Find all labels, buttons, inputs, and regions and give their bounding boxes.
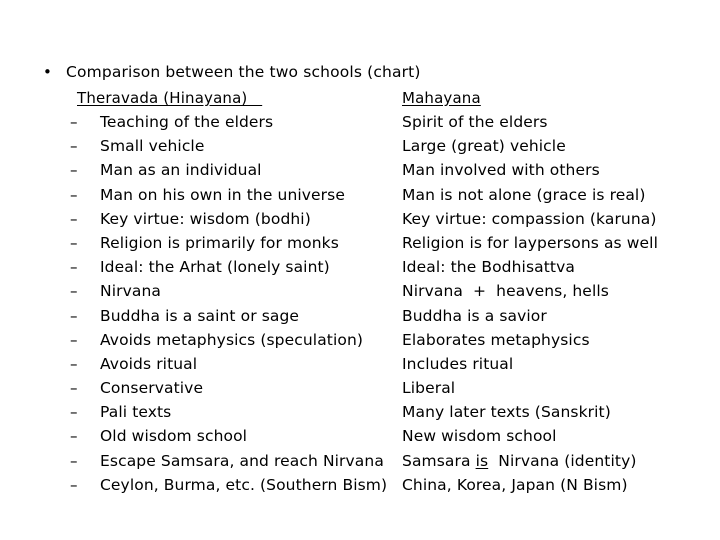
theravada-cell: Conservative	[100, 379, 204, 398]
table-row: – Conservative Liberal	[0, 378, 720, 402]
table-row: – Escape Samsara, and reach Nirvana Samsar…	[0, 451, 720, 475]
table-row: – Ceylon, Burma, etc. (Southern Bism) Chin…	[0, 475, 720, 499]
theravada-cell: Nirvana	[100, 282, 161, 301]
cell-text: Samsara	[402, 451, 476, 470]
dash-bullet-icon: –	[70, 185, 78, 204]
theravada-cell: Ideal: the Arhat (lonely saint)	[100, 258, 330, 277]
dash-bullet-icon: –	[70, 354, 78, 373]
table-row: – Key virtue: wisdom (bodhi) Key virtue: c…	[0, 209, 720, 233]
theravada-cell: Old wisdom school	[100, 427, 248, 446]
dash-bullet-icon: –	[70, 306, 78, 325]
cell-text: Nirvana (identity)	[488, 451, 637, 470]
mahayana-cell: Spirit of the elders	[402, 113, 548, 131]
dash-bullet-icon: –	[70, 379, 78, 398]
table-row: – Avoids metaphysics (speculation) Elabora…	[0, 330, 720, 354]
dash-bullet-icon: –	[70, 282, 78, 301]
table-row: – Old wisdom school New wisdom school	[0, 426, 720, 450]
mahayana-cell: Samsara is Nirvana (identity)	[402, 451, 636, 471]
page-title: Comparison between the two schools (char…	[66, 63, 421, 81]
dash-bullet-icon: –	[70, 137, 78, 156]
theravada-cell: Teaching of the elders	[100, 113, 274, 131]
mahayana-cell: Man is not alone (grace is real)	[402, 185, 646, 204]
theravada-cell: Buddha is a saint or sage	[100, 306, 300, 325]
dash-bullet-icon: –	[70, 475, 78, 494]
theravada-cell: Small vehicle	[100, 137, 205, 156]
theravada-cell: Escape Samsara, and reach Nirvana	[100, 451, 384, 470]
mahayana-cell: Nirvana + heavens, hells	[402, 282, 609, 301]
table-row: – Pali texts Many later texts (Sanskrit)	[0, 402, 720, 426]
dash-bullet-icon: –	[70, 427, 78, 446]
dash-bullet-icon: –	[70, 209, 78, 228]
mahayana-cell: Elaborates metaphysics	[402, 330, 590, 349]
dash-bullet-icon: –	[70, 258, 78, 277]
slide: • Comparison between the two schools (ch…	[0, 0, 720, 540]
title-bullet-row: • Comparison between the two schools (ch…	[40, 62, 421, 82]
dash-bullet-icon: –	[70, 233, 78, 252]
table-row: – Ideal: the Arhat (lonely saint) Ideal: t…	[0, 257, 720, 281]
theravada-cell: Avoids metaphysics (speculation)	[100, 330, 364, 349]
theravada-cell: Man on his own in the universe	[100, 185, 345, 204]
mahayana-cell: Key virtue: compassion (karuna)	[402, 209, 657, 228]
mahayana-cell: China, Korea, Japan (N Bism)	[402, 475, 628, 494]
theravada-cell: Ceylon, Burma, etc. (Southern Bism)	[100, 475, 388, 494]
table-row: – Small vehicle Large (great) vehicle	[0, 136, 720, 160]
theravada-cell: Man as an individual	[100, 161, 262, 180]
dash-bullet-icon: –	[70, 113, 78, 131]
dash-bullet-icon: –	[70, 330, 78, 349]
table-row: – Avoids ritual Includes ritual	[0, 354, 720, 378]
table-row: – Religion is primarily for monks Religion…	[0, 233, 720, 257]
table-row: – Teaching of the elders Spirit of the eld…	[0, 112, 720, 136]
comparison-rows: – Teaching of the elders Spirit of the eld…	[0, 112, 720, 499]
table-row: – Man on his own in the universe Man is no…	[0, 185, 720, 209]
dash-bullet-icon: –	[70, 161, 78, 180]
theravada-cell: Key virtue: wisdom (bodhi)	[100, 209, 311, 228]
column-headings: Theravada (Hinayana) Mahayana	[77, 88, 717, 110]
table-row: – Man as an individual Man involved with o…	[0, 160, 720, 184]
mahayana-cell: New wisdom school	[402, 427, 557, 446]
mahayana-cell: Large (great) vehicle	[402, 137, 566, 156]
mahayana-cell: Buddha is a savior	[402, 306, 547, 325]
mahayana-cell: Ideal: the Bodhisattva	[402, 258, 575, 277]
emphasis-text: is	[475, 451, 489, 470]
mahayana-cell: Religion is for laypersons as well	[402, 233, 658, 252]
column-heading-mahayana: Mahayana	[402, 89, 481, 107]
theravada-cell: Religion is primarily for monks	[100, 233, 339, 252]
column-heading-theravada: Theravada (Hinayana)	[77, 89, 263, 107]
theravada-cell: Pali texts	[100, 403, 172, 422]
dash-bullet-icon: –	[70, 403, 78, 422]
dash-bullet-icon: –	[70, 451, 78, 470]
theravada-cell: Avoids ritual	[100, 354, 198, 373]
mahayana-cell: Many later texts (Sanskrit)	[402, 403, 611, 422]
table-row: – Nirvana Nirvana + heavens, hells	[0, 281, 720, 305]
table-row: – Buddha is a saint or sage Buddha is a sa…	[0, 306, 720, 330]
mahayana-cell: Man involved with others	[402, 161, 600, 180]
mahayana-cell: Includes ritual	[402, 354, 514, 373]
bullet-icon: •	[43, 63, 52, 81]
mahayana-cell: Liberal	[402, 379, 456, 398]
